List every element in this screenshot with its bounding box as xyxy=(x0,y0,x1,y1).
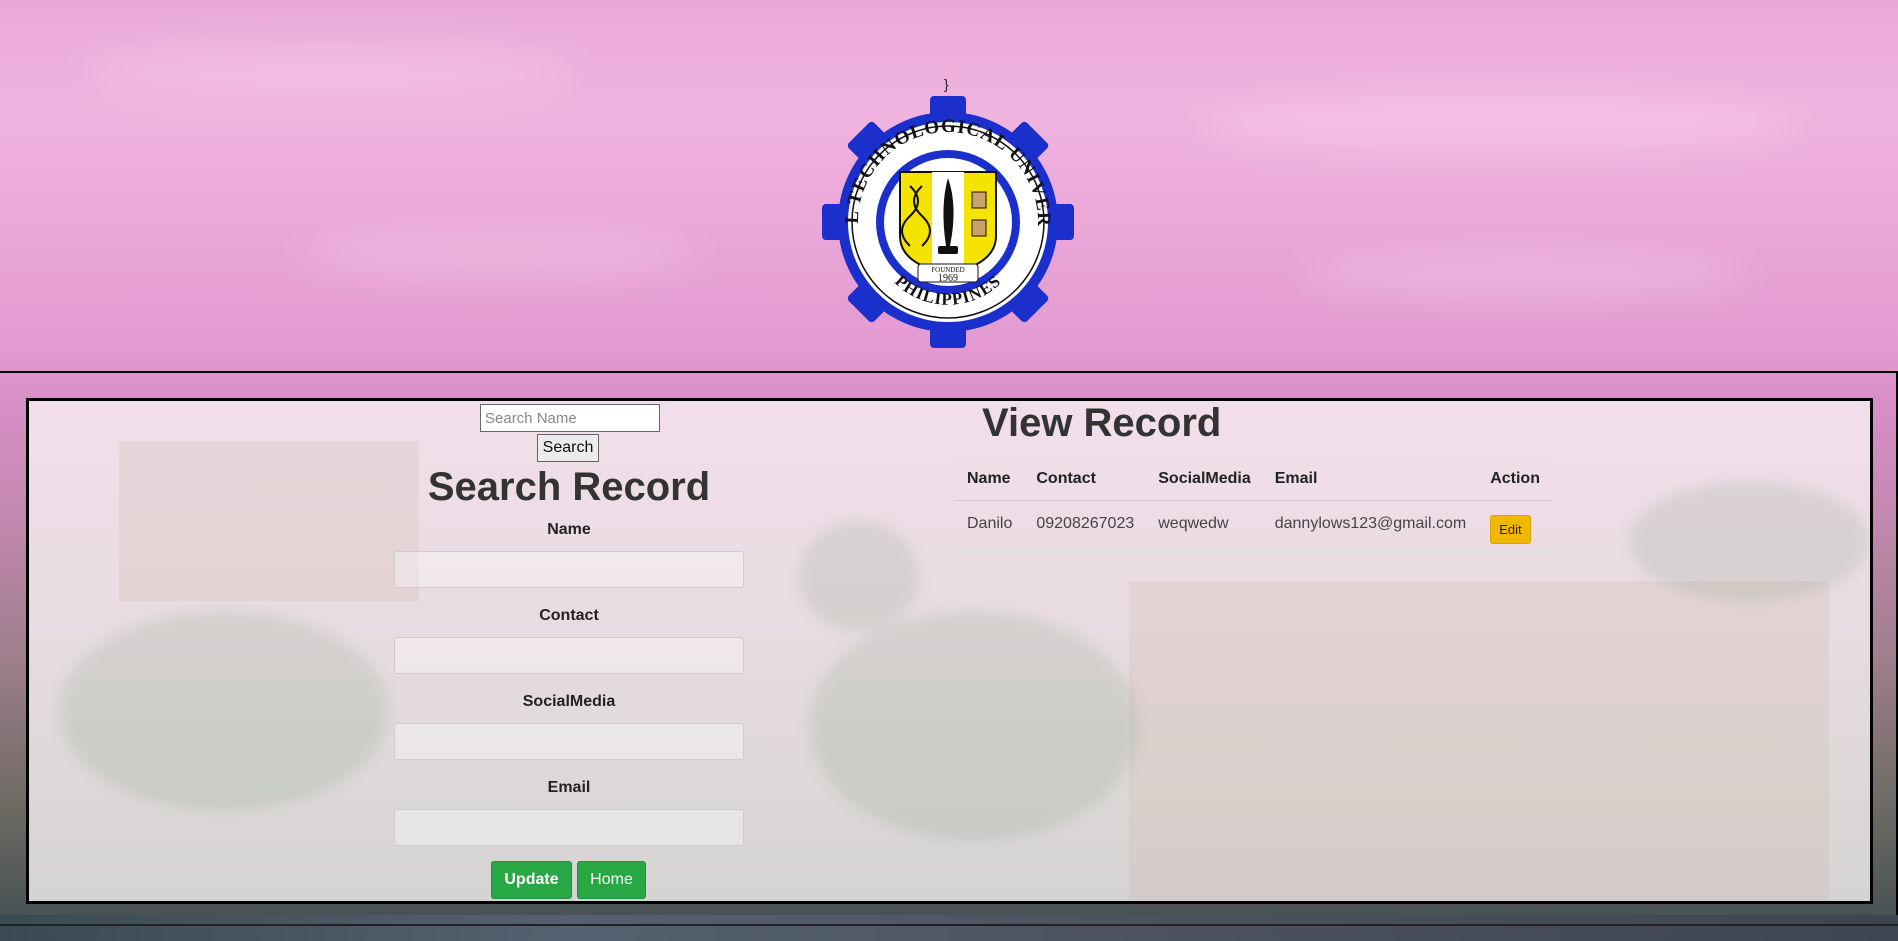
name-field[interactable] xyxy=(394,551,744,588)
social-media-label: SocialMedia xyxy=(522,693,616,710)
main-panel: Search Search Record Name Contact Social… xyxy=(26,398,1873,904)
sky-cloud xyxy=(80,40,580,100)
search-button[interactable]: Search xyxy=(537,434,599,462)
stray-text: } xyxy=(944,76,949,92)
email-field[interactable] xyxy=(394,809,744,846)
bg-tree xyxy=(59,611,389,811)
bg-tree xyxy=(799,521,919,631)
update-button[interactable]: Update xyxy=(491,861,572,899)
column-header-social-media: SocialMedia xyxy=(1146,457,1263,501)
contact-label: Contact xyxy=(539,607,599,624)
bg-tree xyxy=(1629,481,1869,601)
cell-email: dannylows123@gmail.com xyxy=(1262,500,1479,553)
university-seal-logo: FOUNDED 1969 RIZAL TECHNOLOGICAL UNIVERS… xyxy=(822,96,1074,348)
search-record-title: Search Record xyxy=(427,465,711,509)
column-header-name: Name xyxy=(955,457,1025,501)
sky-cloud xyxy=(300,230,700,280)
column-header-action: Action xyxy=(1478,457,1552,501)
records-table: Name Contact SocialMedia Email Action Da… xyxy=(955,457,1552,553)
cell-name: Danilo xyxy=(955,500,1025,553)
cell-social-media: weqwedw xyxy=(1146,500,1263,553)
sky-cloud xyxy=(1200,90,1800,160)
bottom-background-strip xyxy=(0,915,1898,941)
search-name-input[interactable] xyxy=(480,404,660,432)
table-row: Danilo 09208267023 weqwedw dannylows123@… xyxy=(955,500,1552,553)
cell-action: Edit xyxy=(1478,500,1552,553)
table-header-row: Name Contact SocialMedia Email Action xyxy=(955,457,1552,501)
column-header-contact: Contact xyxy=(1024,457,1147,501)
seal-founded-year: 1969 xyxy=(938,273,958,284)
column-header-email: Email xyxy=(1262,457,1479,501)
social-media-field[interactable] xyxy=(394,723,744,760)
sky-cloud xyxy=(1300,250,1750,300)
home-button[interactable]: Home xyxy=(577,861,646,899)
contact-field[interactable] xyxy=(394,637,744,674)
bg-building xyxy=(1129,581,1829,901)
view-record-title: View Record xyxy=(982,401,1222,445)
edit-button[interactable]: Edit xyxy=(1490,515,1531,544)
bg-tree xyxy=(809,611,1139,841)
email-label: Email xyxy=(547,779,591,796)
name-label: Name xyxy=(547,521,591,538)
cell-contact: 09208267023 xyxy=(1024,500,1147,553)
bottom-frame-line xyxy=(0,924,1898,926)
